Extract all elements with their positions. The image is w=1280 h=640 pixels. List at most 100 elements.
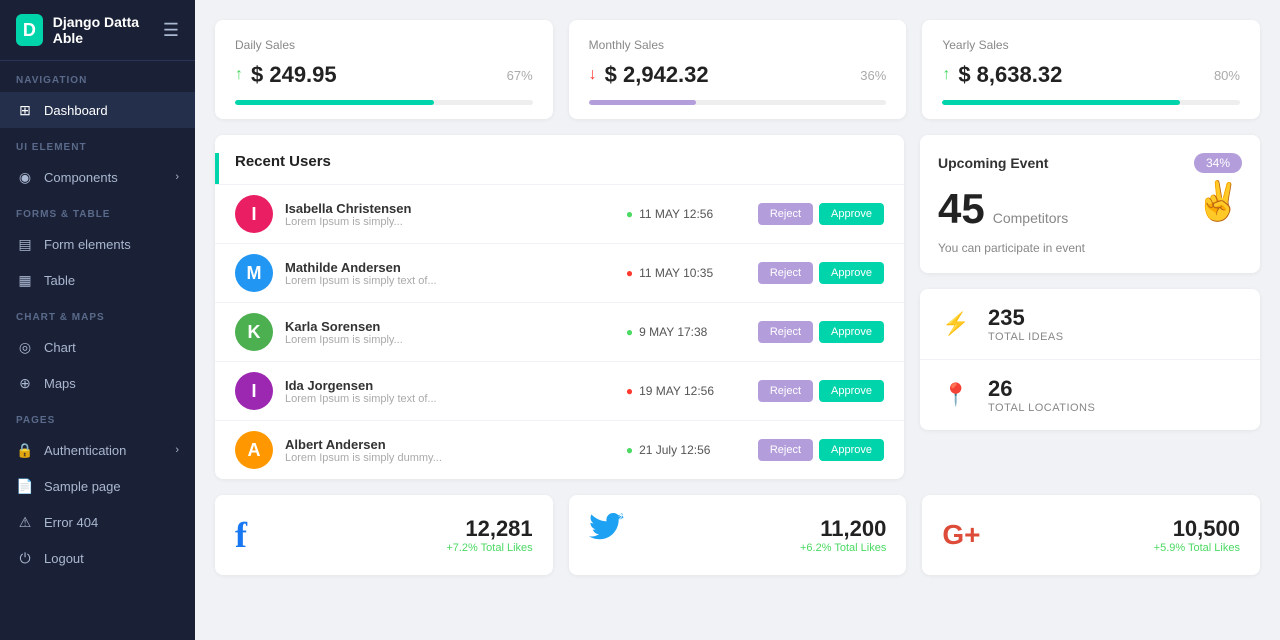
user-row: M Mathilde Andersen Lorem Ipsum is simpl…: [215, 243, 904, 302]
user-date: ● 9 MAY 17:38: [626, 325, 746, 339]
sidebar-item-label: Logout: [44, 551, 84, 566]
yearly-sales-amount: ↑ $ 8,638.32: [942, 62, 1062, 88]
upcoming-event-card: Upcoming Event 34% 45 Competitors You ca…: [920, 135, 1260, 273]
monthly-sales-amount: ↓ $ 2,942.32: [589, 62, 709, 88]
googleplus-card: G+ 10,500 +5.9% Total Likes: [922, 495, 1260, 575]
reject-button[interactable]: Reject: [758, 203, 813, 225]
chevron-right-icon: ›: [175, 444, 179, 456]
stats-mini-card: ⚡ 235 TOTAL IDEAS 📍 26 TOTAL LOCATIONS: [920, 289, 1260, 430]
twitter-count: 11,200: [641, 516, 887, 542]
user-date: ● 19 MAY 12:56: [626, 384, 746, 398]
user-name: Mathilde Andersen: [285, 260, 614, 275]
sidebar-item-label: Dashboard: [44, 103, 108, 118]
sidebar-item-sample[interactable]: 📄 Sample page: [0, 468, 195, 504]
daily-sales-progress: [235, 100, 533, 105]
user-date: ● 21 July 12:56: [626, 443, 746, 457]
status-dot: ●: [626, 384, 633, 398]
daily-sales-bar: [235, 100, 434, 105]
event-note: You can participate in event: [938, 241, 1085, 255]
sidebar-item-dashboard[interactable]: ⊞ Dashboard: [0, 92, 195, 128]
monthly-sales-card: Monthly Sales ↓ $ 2,942.32 36%: [569, 20, 907, 119]
sidebar-item-label: Components: [44, 170, 118, 185]
user-row: K Karla Sorensen Lorem Ipsum is simply..…: [215, 302, 904, 361]
sidebar-item-label: Error 404: [44, 515, 98, 530]
reject-button[interactable]: Reject: [758, 321, 813, 343]
recent-users-card: Recent Users I Isabella Christensen Lore…: [215, 135, 904, 479]
reject-button[interactable]: Reject: [758, 380, 813, 402]
yearly-sales-bar: [942, 100, 1180, 105]
sidebar-item-label: Maps: [44, 376, 76, 391]
approve-button[interactable]: Approve: [819, 262, 884, 284]
approve-button[interactable]: Approve: [819, 203, 884, 225]
pages-section-title: PAGES: [0, 401, 195, 432]
sidebar-item-label: Authentication: [44, 443, 126, 458]
user-actions: Reject Approve: [758, 203, 884, 225]
user-actions: Reject Approve: [758, 439, 884, 461]
recent-users-title: Recent Users: [215, 153, 904, 184]
user-name: Ida Jorgensen: [285, 378, 614, 393]
form-icon: ▤: [16, 235, 34, 253]
chart-icon: ◎: [16, 338, 34, 356]
app-title: Django Datta Able: [53, 14, 153, 46]
facebook-count: 12,281: [263, 516, 533, 542]
social-row: f 12,281 +7.2% Total Likes 11,200 +6.2% …: [215, 495, 1260, 575]
components-icon: ◉: [16, 168, 34, 186]
ui-element-section-title: UI ELEMENT: [0, 128, 195, 159]
maps-icon: ⊕: [16, 374, 34, 392]
user-desc: Lorem Ipsum is simply text of...: [285, 275, 614, 287]
ideas-icon: ⚡: [938, 306, 974, 342]
user-info: Mathilde Andersen Lorem Ipsum is simply …: [285, 260, 614, 287]
monthly-sales-title: Monthly Sales: [589, 38, 887, 52]
nav-section-title: NAVIGATION: [0, 61, 195, 92]
approve-button[interactable]: Approve: [819, 380, 884, 402]
sidebar-item-logout[interactable]: ⏻ Logout: [0, 540, 195, 576]
forms-section-title: FORMS & TABLE: [0, 195, 195, 226]
twitter-card: 11,200 +6.2% Total Likes: [569, 495, 907, 575]
sidebar-item-table[interactable]: ▦ Table: [0, 262, 195, 298]
middle-row: Recent Users I Isabella Christensen Lore…: [215, 135, 1260, 479]
facebook-icon: f: [235, 514, 247, 556]
approve-button[interactable]: Approve: [819, 439, 884, 461]
menu-toggle-icon[interactable]: ☰: [163, 20, 179, 41]
reject-button[interactable]: Reject: [758, 262, 813, 284]
user-name: Isabella Christensen: [285, 201, 614, 216]
table-icon: ▦: [16, 271, 34, 289]
sidebar-item-label: Table: [44, 273, 75, 288]
sidebar-item-maps[interactable]: ⊕ Maps: [0, 365, 195, 401]
locations-item: 📍 26 TOTAL LOCATIONS: [920, 360, 1260, 430]
user-actions: Reject Approve: [758, 321, 884, 343]
daily-sales-pct: 67%: [507, 68, 533, 83]
sidebar-item-components[interactable]: ◉ Components ›: [0, 159, 195, 195]
approve-button[interactable]: Approve: [819, 321, 884, 343]
twitter-icon: [589, 513, 625, 557]
user-desc: Lorem Ipsum is simply text of...: [285, 393, 614, 405]
yearly-sales-card: Yearly Sales ↑ $ 8,638.32 80%: [922, 20, 1260, 119]
sidebar-item-label: Sample page: [44, 479, 121, 494]
user-row: I Isabella Christensen Lorem Ipsum is si…: [215, 184, 904, 243]
sidebar-item-error[interactable]: ⚠ Error 404: [0, 504, 195, 540]
reject-button[interactable]: Reject: [758, 439, 813, 461]
sidebar-item-label: Form elements: [44, 237, 131, 252]
yearly-sales-progress: [942, 100, 1240, 105]
arrow-up-icon: ↑: [942, 66, 950, 84]
locations-number: 26: [988, 376, 1095, 402]
user-info: Albert Andersen Lorem Ipsum is simply du…: [285, 437, 614, 464]
sidebar-item-chart[interactable]: ◎ Chart: [0, 329, 195, 365]
ideas-label: TOTAL IDEAS: [988, 331, 1064, 343]
event-subtitle: Competitors: [993, 210, 1068, 226]
main-content: Daily Sales ↑ $ 249.95 67% Monthly Sales…: [195, 0, 1280, 640]
googleplus-info: 10,500 +5.9% Total Likes: [996, 516, 1240, 554]
googleplus-growth: +5.9% Total Likes: [996, 542, 1240, 554]
ideas-item: ⚡ 235 TOTAL IDEAS: [920, 289, 1260, 360]
lock-icon: 🔒: [16, 441, 34, 459]
user-info: Ida Jorgensen Lorem Ipsum is simply text…: [285, 378, 614, 405]
sidebar-item-form-elements[interactable]: ▤ Form elements: [0, 226, 195, 262]
status-dot: ●: [626, 207, 633, 221]
sidebar-item-authentication[interactable]: 🔒 Authentication ›: [0, 432, 195, 468]
chevron-right-icon: ›: [175, 171, 179, 183]
yearly-sales-pct: 80%: [1214, 68, 1240, 83]
user-date: ● 11 MAY 10:35: [626, 266, 746, 280]
chart-section-title: CHART & MAPS: [0, 298, 195, 329]
event-title: Upcoming Event: [938, 155, 1048, 171]
user-row: A Albert Andersen Lorem Ipsum is simply …: [215, 420, 904, 479]
